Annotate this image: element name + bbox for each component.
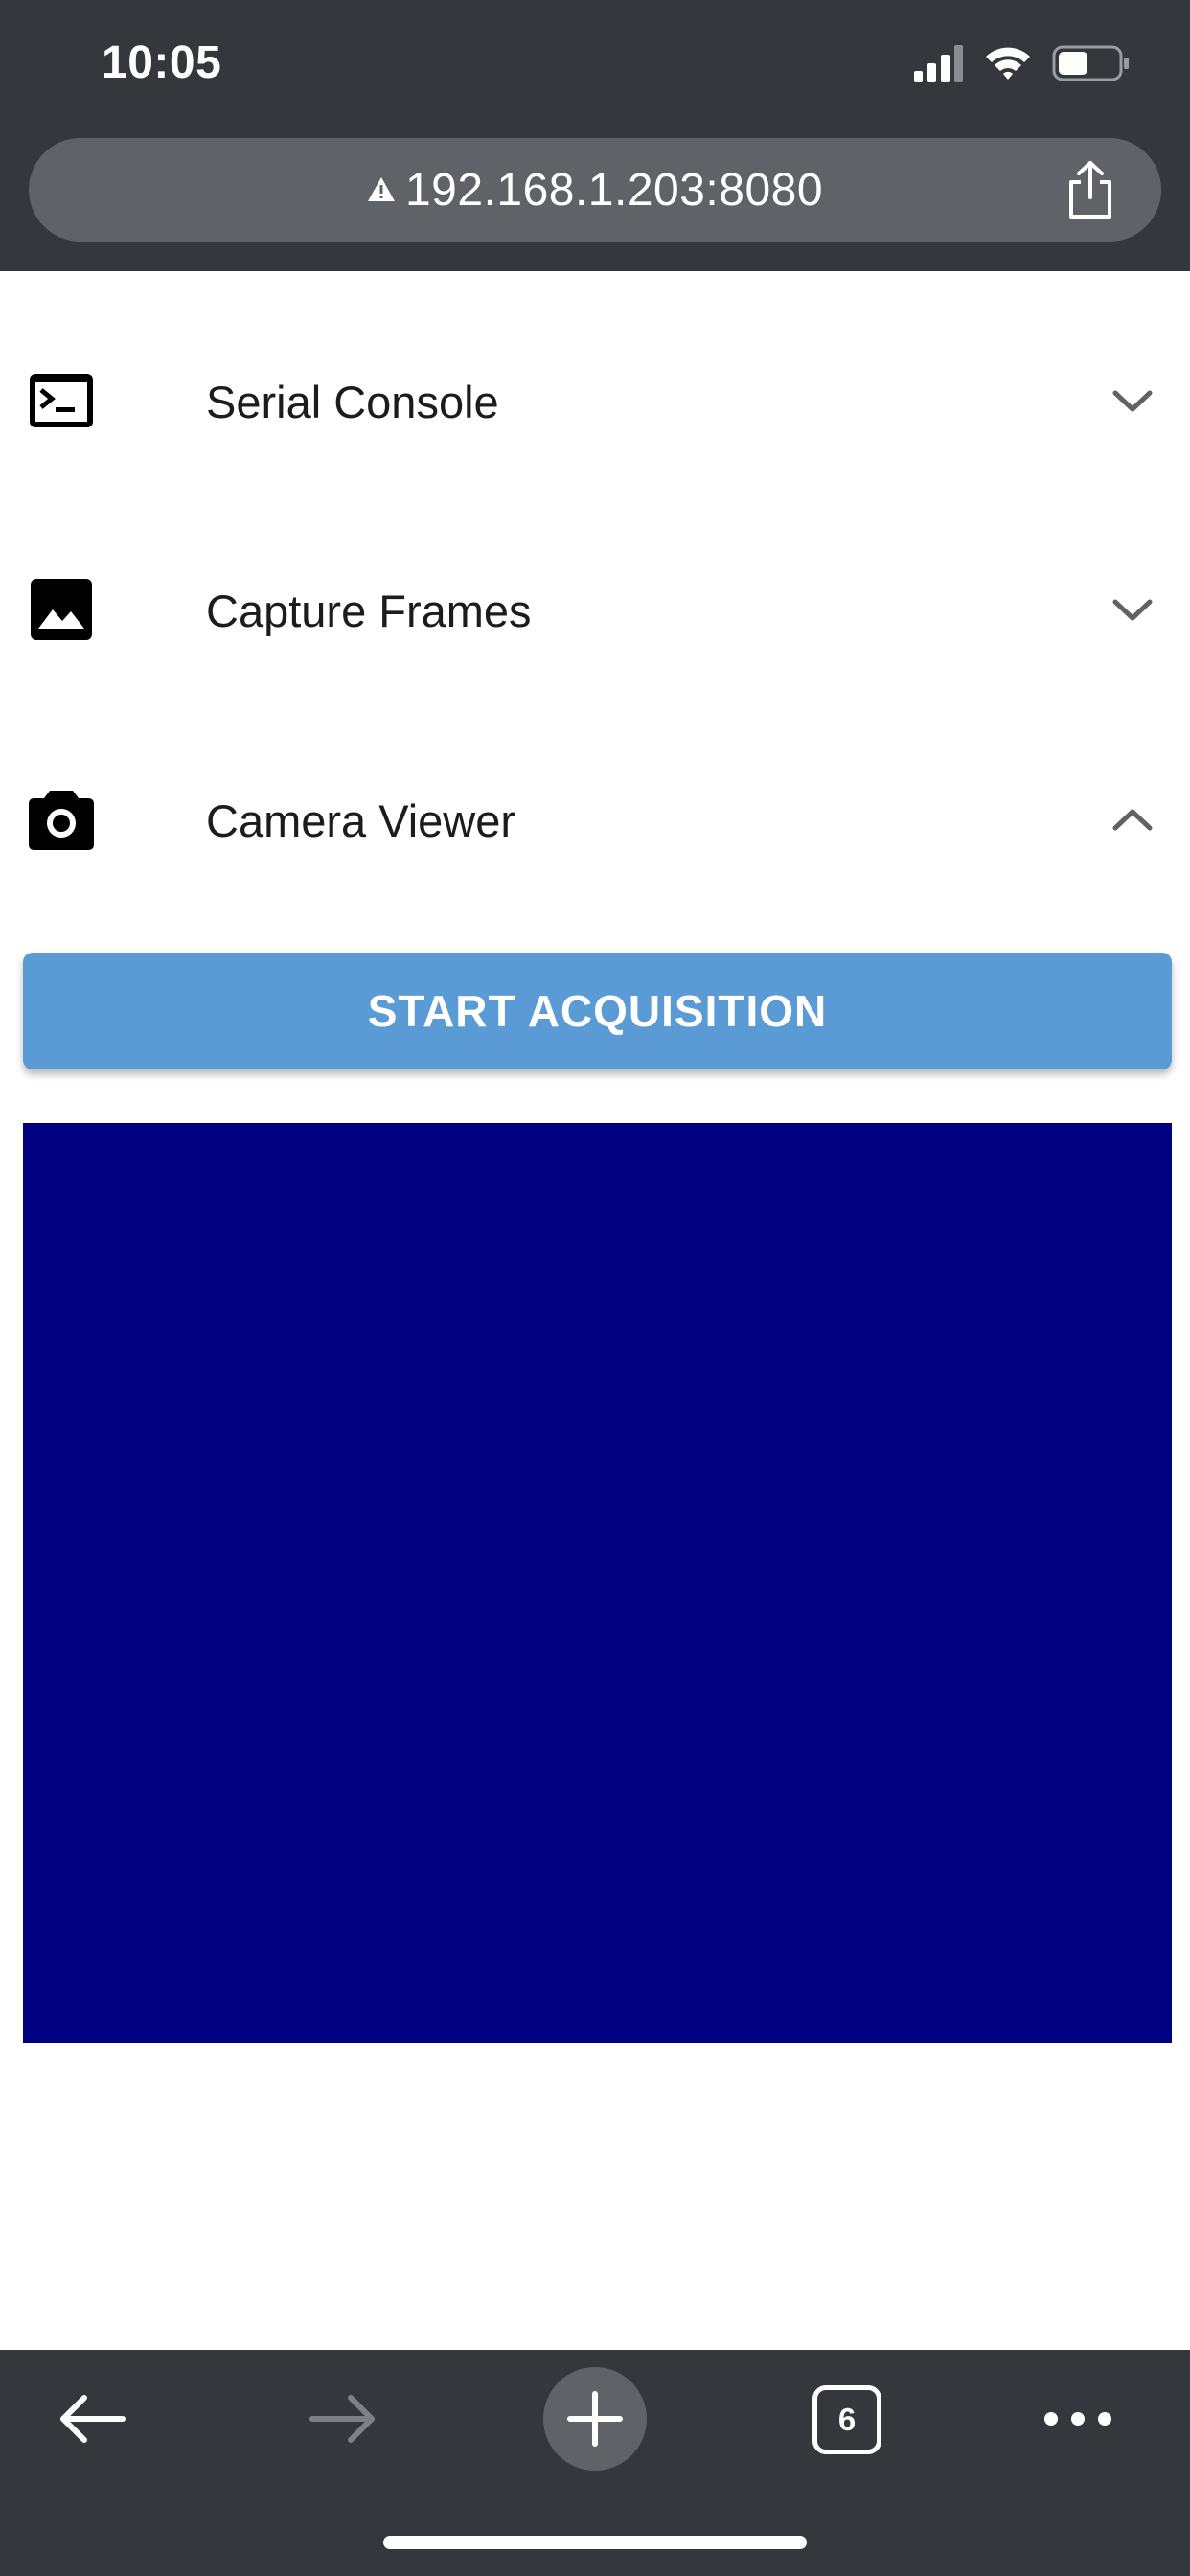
address-bar[interactable]: 192.168.1.203:8080 [29,138,1161,242]
tabs-icon[interactable]: 6 [812,2385,881,2454]
start-acquisition-button[interactable]: START ACQUISITION [23,953,1172,1070]
chevron-down-icon[interactable] [1110,385,1156,416]
chevron-down-icon[interactable] [1110,594,1156,625]
status-time: 10:05 [102,37,222,88]
section-label: Camera Viewer [206,795,516,846]
share-icon[interactable] [1062,159,1119,220]
wifi-icon [983,42,1033,84]
home-indicator [383,2536,807,2549]
section-camera-viewer[interactable]: Camera Viewer [0,752,1190,886]
section-capture-frames[interactable]: Capture Frames [0,542,1190,677]
signal-icon [912,42,966,84]
chevron-up-icon[interactable] [1110,804,1156,835]
terminal-icon [27,368,96,433]
back-arrow-icon[interactable] [56,2390,128,2448]
plus-icon [567,2391,623,2447]
section-label: Capture Frames [206,586,532,636]
address-content: 192.168.1.203:8080 [29,138,1161,242]
warning-icon [367,175,396,204]
browser-top-chrome: 10:05 192.168.1.203:8080 [0,0,1190,271]
browser-bottom-toolbar: 6 [0,2350,1190,2576]
browser-page: 10:05 192.168.1.203:8080 Serial Console … [0,0,1190,2576]
section-serial-console[interactable]: Serial Console [0,334,1190,468]
camera-frame [23,1123,1172,2043]
more-icon[interactable] [1042,2405,1113,2432]
section-label: Serial Console [206,377,499,427]
url-text: 192.168.1.203:8080 [404,164,824,216]
camera-icon [27,787,96,852]
forward-arrow-icon[interactable] [307,2390,379,2448]
tab-count: 6 [837,2402,857,2437]
image-icon [27,577,96,642]
new-tab-button[interactable] [543,2367,647,2471]
battery-icon [1052,42,1131,84]
